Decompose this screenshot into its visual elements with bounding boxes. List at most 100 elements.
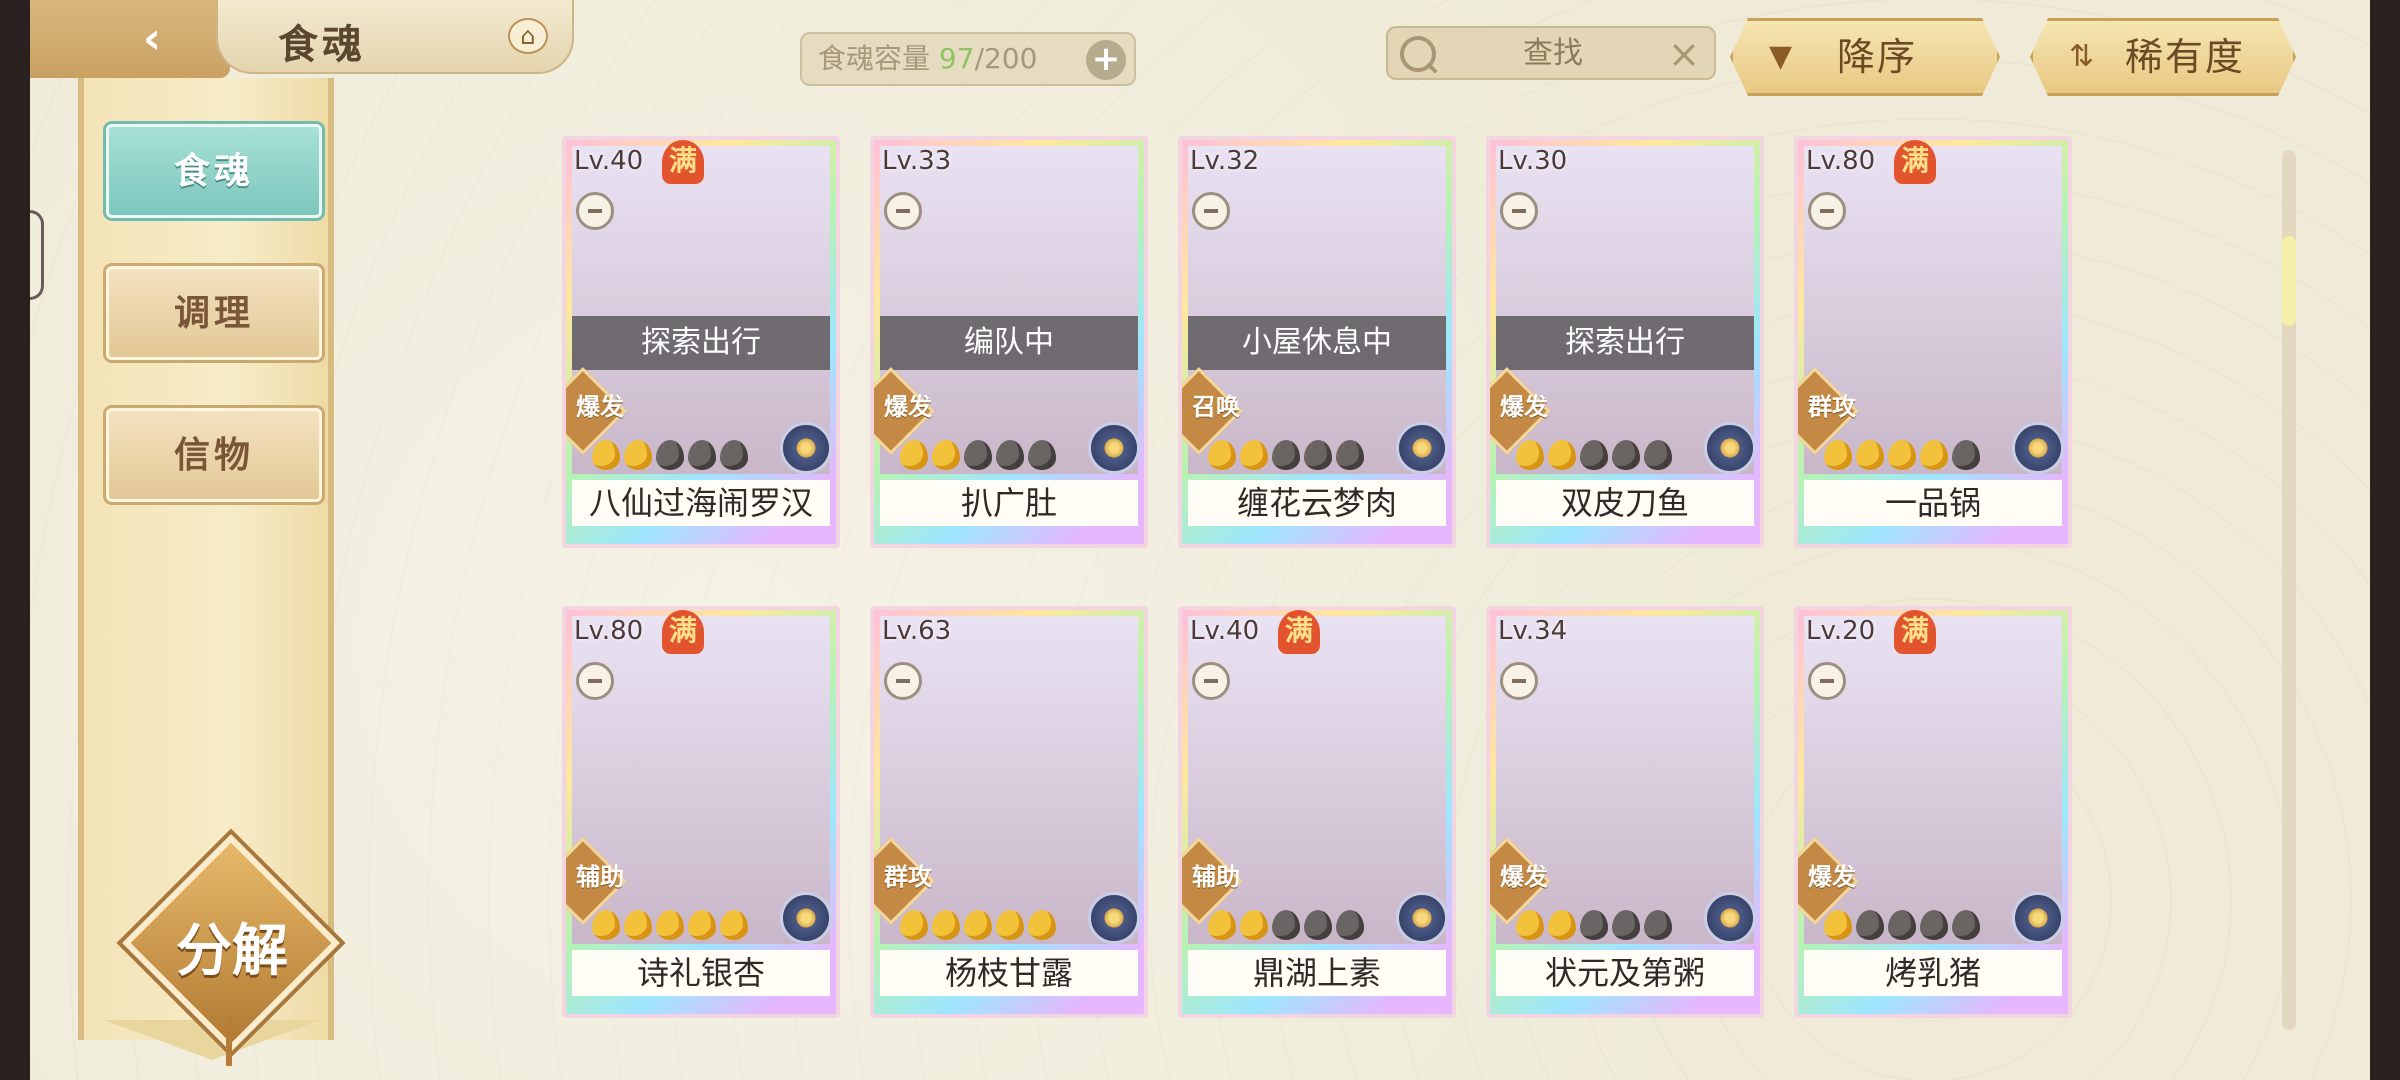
star-icon bbox=[1888, 440, 1916, 470]
role-label: 群攻 bbox=[1808, 393, 1856, 421]
level-label: Lv.80 bbox=[574, 616, 644, 646]
search-box[interactable]: × bbox=[1386, 26, 1716, 80]
pavilion-icon[interactable]: ⌂ bbox=[508, 18, 548, 54]
level-label: Lv.40 bbox=[1190, 616, 1260, 646]
role-label: 辅助 bbox=[1192, 863, 1240, 891]
capacity-max: /200 bbox=[974, 42, 1038, 75]
title-tab: 食魂 ⌂ bbox=[216, 0, 574, 74]
star-icon bbox=[1208, 440, 1236, 470]
star-icon bbox=[964, 440, 992, 470]
clear-icon[interactable]: × bbox=[1668, 32, 1700, 76]
level-label: Lv.20 bbox=[1806, 616, 1876, 646]
add-capacity-button[interactable]: + bbox=[1086, 40, 1126, 80]
star-icon bbox=[624, 910, 652, 940]
search-input[interactable] bbox=[1448, 30, 1658, 76]
element-icon bbox=[1396, 422, 1448, 474]
card-name: 八仙过海闹罗汉 bbox=[572, 480, 830, 526]
star-icon bbox=[592, 440, 620, 470]
star-icon bbox=[1952, 910, 1980, 940]
sort-field-button[interactable]: ⇅ 稀有度 bbox=[2030, 18, 2296, 96]
element-icon bbox=[1088, 422, 1140, 474]
grade-icon bbox=[1500, 192, 1538, 230]
star-icon bbox=[1824, 910, 1852, 940]
star-rating bbox=[592, 910, 752, 940]
level-label: Lv.32 bbox=[1190, 146, 1260, 176]
tab-token[interactable]: 信物 bbox=[106, 408, 322, 502]
tab-label: 食魂 bbox=[173, 150, 254, 192]
grade-icon bbox=[576, 662, 614, 700]
food-soul-card[interactable]: Lv.80 满群攻 一品锅 bbox=[1794, 136, 2072, 548]
star-icon bbox=[1856, 440, 1884, 470]
food-soul-card[interactable]: Lv.32 小屋休息中 召唤 缠花云梦肉 bbox=[1178, 136, 1456, 548]
level-label: Lv.30 bbox=[1498, 146, 1568, 176]
tab-conditioning[interactable]: 调理 bbox=[106, 266, 322, 360]
star-icon bbox=[688, 440, 716, 470]
triangle-down-icon: ▼ bbox=[1769, 39, 1793, 74]
star-rating bbox=[1824, 440, 1984, 470]
back-button[interactable]: ‹ bbox=[30, 0, 230, 78]
card-name: 扒广肚 bbox=[880, 480, 1138, 526]
star-rating bbox=[1208, 440, 1368, 470]
element-icon bbox=[2012, 892, 2064, 944]
food-soul-card[interactable]: Lv.80 满辅助 诗礼银杏 bbox=[562, 606, 840, 1018]
element-icon bbox=[780, 422, 832, 474]
card-name: 一品锅 bbox=[1804, 480, 2062, 526]
food-soul-card[interactable]: Lv.20 满爆发 烤乳猪 bbox=[1794, 606, 2072, 1018]
grade-icon bbox=[1192, 662, 1230, 700]
star-icon bbox=[1272, 910, 1300, 940]
sort-order-label: 降序 bbox=[1837, 35, 1918, 79]
star-rating bbox=[1516, 910, 1676, 940]
max-badge: 满 bbox=[662, 140, 704, 184]
role-label: 辅助 bbox=[576, 863, 624, 891]
star-icon bbox=[1516, 440, 1544, 470]
star-icon bbox=[592, 910, 620, 940]
card-name: 杨枝甘露 bbox=[880, 950, 1138, 996]
max-badge: 满 bbox=[1278, 610, 1320, 654]
element-icon bbox=[1704, 892, 1756, 944]
capacity-current: 97 bbox=[938, 42, 975, 75]
page-title: 食魂 bbox=[278, 21, 366, 68]
star-icon bbox=[1516, 910, 1544, 940]
grade-icon bbox=[884, 192, 922, 230]
food-soul-card[interactable]: Lv.40 满探索出行 爆发 八仙过海闹罗汉 bbox=[562, 136, 840, 548]
level-label: Lv.34 bbox=[1498, 616, 1568, 646]
card-name: 状元及第粥 bbox=[1496, 950, 1754, 996]
tab-label: 调理 bbox=[173, 292, 254, 334]
food-soul-card[interactable]: Lv.33 编队中 爆发 扒广肚 bbox=[870, 136, 1148, 548]
star-rating bbox=[900, 910, 1060, 940]
star-icon bbox=[1580, 910, 1608, 940]
star-icon bbox=[1644, 910, 1672, 940]
star-icon bbox=[1612, 910, 1640, 940]
game-screen: ‹ 食魂 ⌂ 食魂容量 97/200 + × ▼ 降序 ⇅ 稀有度 食魂 调理 … bbox=[30, 0, 2370, 1080]
role-label: 召唤 bbox=[1192, 393, 1240, 421]
search-icon bbox=[1400, 36, 1436, 72]
star-icon bbox=[1612, 440, 1640, 470]
grade-icon bbox=[1192, 192, 1230, 230]
star-icon bbox=[1824, 440, 1852, 470]
role-label: 爆发 bbox=[576, 393, 624, 421]
grade-icon bbox=[1808, 662, 1846, 700]
grade-icon bbox=[1500, 662, 1538, 700]
star-icon bbox=[1920, 910, 1948, 940]
star-icon bbox=[1644, 440, 1672, 470]
star-icon bbox=[1208, 910, 1236, 940]
sort-order-button[interactable]: ▼ 降序 bbox=[1730, 18, 2000, 96]
scrollbar-thumb[interactable] bbox=[2282, 236, 2296, 326]
star-icon bbox=[996, 910, 1024, 940]
food-soul-card[interactable]: Lv.34 爆发 状元及第粥 bbox=[1486, 606, 1764, 1018]
card-name: 缠花云梦肉 bbox=[1188, 480, 1446, 526]
tab-food-soul[interactable]: 食魂 bbox=[106, 124, 322, 218]
grade-icon bbox=[576, 192, 614, 230]
star-icon bbox=[1888, 910, 1916, 940]
star-icon bbox=[932, 440, 960, 470]
star-icon bbox=[624, 440, 652, 470]
food-soul-card[interactable]: Lv.40 满辅助 鼎湖上素 bbox=[1178, 606, 1456, 1018]
tassel-decoration bbox=[226, 1016, 232, 1066]
star-icon bbox=[1580, 440, 1608, 470]
food-soul-card[interactable]: Lv.63 群攻 杨枝甘露 bbox=[870, 606, 1148, 1018]
food-soul-card[interactable]: Lv.30 探索出行 爆发 双皮刀鱼 bbox=[1486, 136, 1764, 548]
star-icon bbox=[1856, 910, 1884, 940]
max-badge: 满 bbox=[1894, 610, 1936, 654]
max-badge: 满 bbox=[1894, 140, 1936, 184]
element-icon bbox=[1704, 422, 1756, 474]
